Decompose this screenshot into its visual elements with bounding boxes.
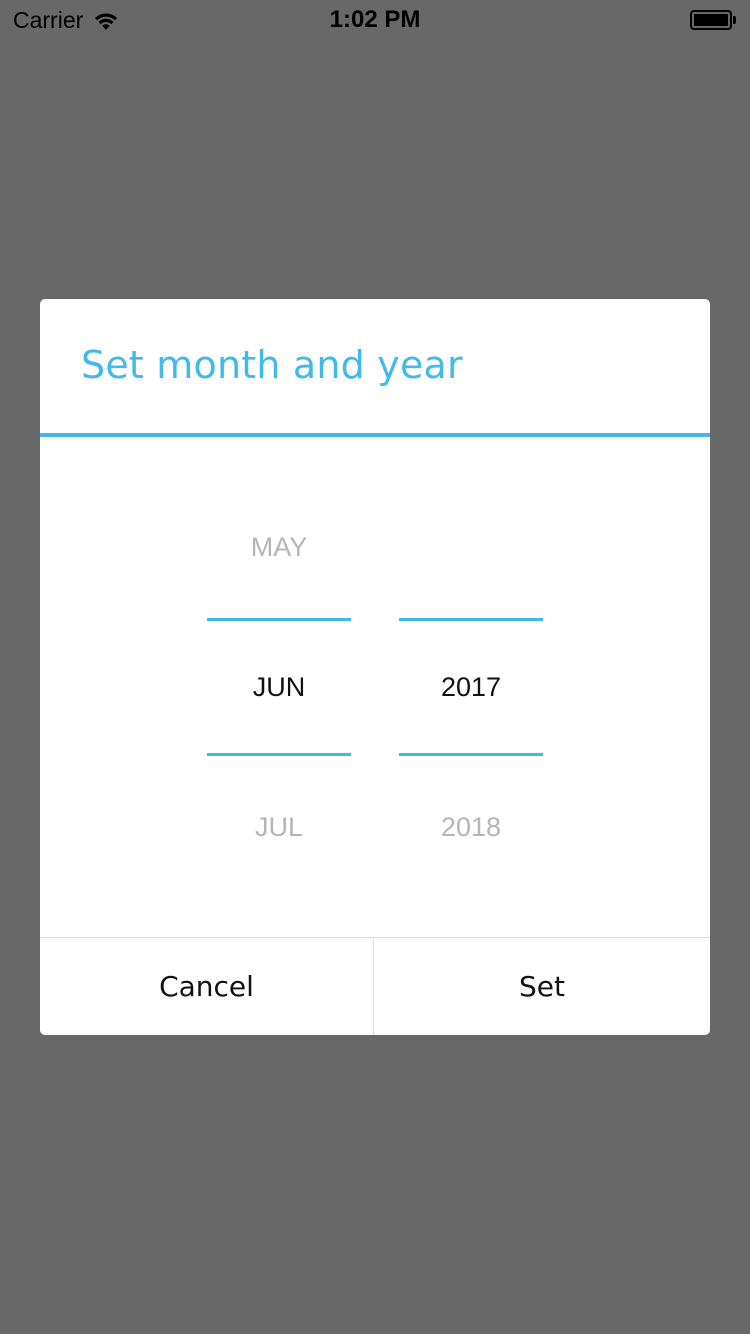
battery-fill	[694, 14, 728, 26]
month-option-prev[interactable]: MAY	[207, 530, 351, 564]
battery-body	[690, 10, 732, 30]
dialog-title: Set month and year	[81, 343, 463, 387]
cancel-button[interactable]: Cancel	[40, 938, 373, 1035]
month-option-next[interactable]: JUL	[207, 810, 351, 844]
battery-icon	[690, 10, 738, 30]
battery-tip	[733, 16, 736, 24]
month-selection-line-top	[207, 618, 351, 621]
year-option-next[interactable]: 2018	[399, 810, 543, 844]
set-button[interactable]: Set	[374, 938, 710, 1035]
title-divider	[40, 433, 710, 437]
status-time: 1:02 PM	[329, 6, 421, 33]
month-selection-line-bottom	[207, 753, 351, 756]
year-selection-line-bottom	[399, 753, 543, 756]
month-option-selected[interactable]: JUN	[207, 670, 351, 704]
status-bar: Carrier 1:02 PM	[0, 0, 750, 40]
year-selection-line-top	[399, 618, 543, 621]
month-year-dialog: Set month and year MAY JUN JUL 2017 2018…	[40, 299, 710, 1035]
year-option-selected[interactable]: 2017	[399, 670, 543, 704]
